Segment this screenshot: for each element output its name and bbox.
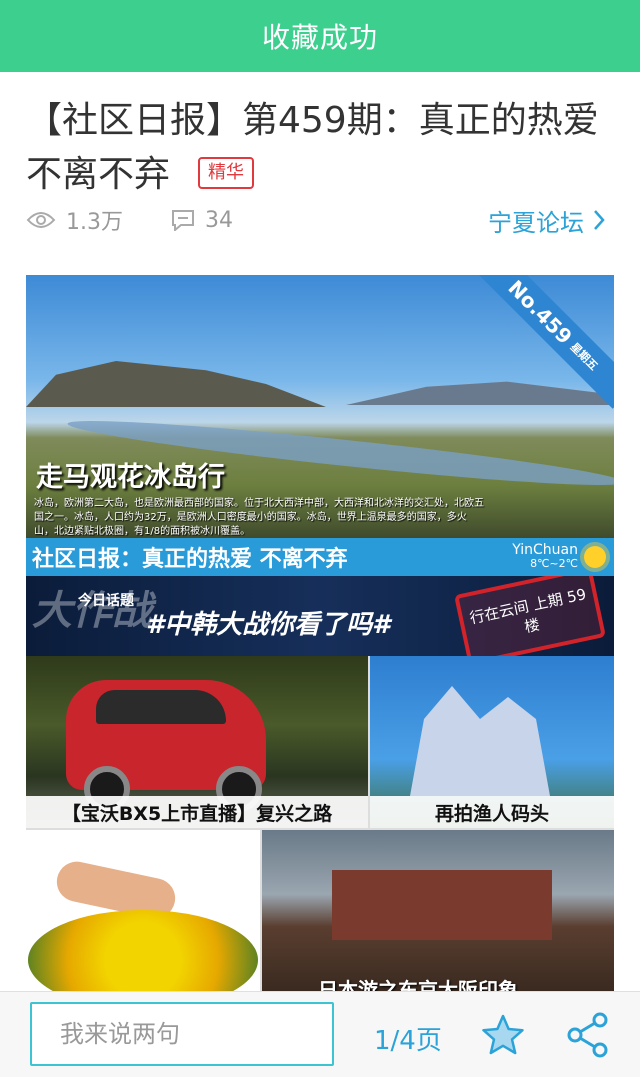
eye-icon (26, 212, 56, 228)
article-title-block: 【社区日报】第459期：真正的热爱不离不弃 精华 (26, 94, 616, 202)
hero-panel: No.459 星期五 走马观花冰岛行 冰岛，欧洲第二大岛，也是欧洲最西部的国家。… (26, 275, 614, 538)
chevron-right-icon (594, 210, 605, 230)
article-poster-image[interactable]: No.459 星期五 走马观花冰岛行 冰岛，欧洲第二大岛，也是欧洲最西部的国家。… (26, 275, 614, 991)
comment-input[interactable]: 我来说两句 (30, 1002, 334, 1066)
issue-number: No.459 (503, 275, 577, 349)
house-caption: 再拍渔人码头 (370, 796, 614, 828)
weather-city: YinChuan (512, 542, 578, 558)
views-value: 1.3万 (66, 210, 123, 235)
featured-badge: 精华 (198, 157, 255, 189)
view-count: 1.3万 (26, 204, 123, 236)
car-panel: 【宝沃BX5上市直播】复兴之路 (26, 656, 368, 828)
comments-value: 34 (205, 207, 233, 233)
flower-panel (26, 830, 260, 991)
page-indicator[interactable]: 1/4页 (374, 1020, 442, 1057)
car-caption: 【宝沃BX5上市直播】复兴之路 (26, 796, 368, 828)
mountain-shape (26, 361, 326, 407)
share-icon[interactable] (566, 1012, 610, 1058)
article-title: 【社区日报】第459期：真正的热爱不离不弃 (26, 100, 599, 195)
car-window (96, 690, 226, 724)
house-panel: 再拍渔人码头 (370, 656, 614, 828)
topic-panel: 大作战 今日话题 #中韩大战你看了吗# 行在云间 上期 59楼 (26, 576, 614, 656)
building-caption: 日本游之东京大阪印象 (318, 978, 518, 991)
flower-wreath (28, 910, 258, 991)
forum-name: 宁夏论坛 (488, 208, 584, 237)
house-shape (410, 686, 550, 796)
star-icon[interactable] (480, 1012, 526, 1058)
topic-title: #中韩大战你看了吗# (146, 610, 391, 640)
comment-count: 34 (171, 208, 233, 233)
article-meta: 1.3万 34 宁夏论坛 (26, 200, 616, 240)
band-title: 社区日报：真正的热爱 不离不弃 (32, 547, 348, 572)
title-band: 社区日报：真正的热爱 不离不弃 YinChuan 8℃~2℃ (26, 538, 614, 576)
mountain-shape-far (346, 381, 614, 405)
comment-icon (172, 210, 194, 231)
toast-message: 收藏成功 (0, 0, 640, 72)
building-panel: 日本游之东京大阪印象 (262, 830, 614, 991)
hero-title: 走马观花冰岛行 (36, 462, 225, 493)
weather-widget: YinChuan 8℃~2℃ (512, 543, 606, 571)
building-shape (332, 870, 552, 940)
forum-link[interactable]: 宁夏论坛 (488, 203, 616, 238)
topic-tag: 今日话题 (78, 593, 134, 609)
issue-weekday: 星期五 (567, 340, 601, 373)
sun-icon (584, 546, 606, 568)
stamp-badge: 行在云间 上期 59楼 (454, 576, 606, 656)
weather-temp: 8℃~2℃ (530, 557, 578, 570)
bottom-bar: 我来说两句 1/4页 (0, 991, 640, 1077)
toast-text: 收藏成功 (261, 21, 378, 54)
hero-description: 冰岛，欧洲第二大岛，也是欧洲最西部的国家。位于北大西洋中部，大西洋和北冰洋的交汇… (34, 498, 484, 537)
